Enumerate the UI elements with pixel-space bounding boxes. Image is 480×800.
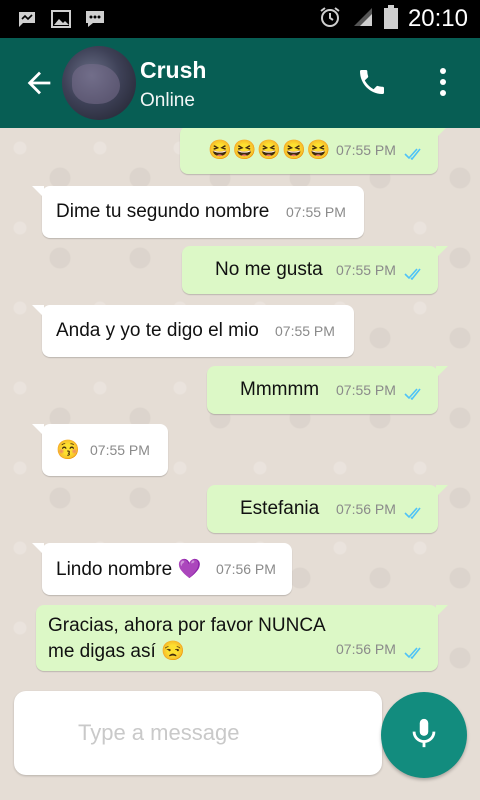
message-text: Mmmmm xyxy=(240,379,320,400)
double-check-icon xyxy=(404,503,424,520)
status-time: 20:10 xyxy=(407,5,468,32)
incoming-message[interactable]: Lindo nombre 💜 07:56 PM xyxy=(32,543,292,595)
signal-icon xyxy=(352,6,374,33)
contact-name[interactable]: Crush xyxy=(140,57,206,84)
message-text: 😚 xyxy=(56,440,80,461)
message-text-line-1: Gracias, ahora por favor NUNCA xyxy=(48,615,326,636)
message-text: Dime tu segundo nombre xyxy=(56,201,270,222)
chat-notification-icon xyxy=(84,10,106,28)
phone-icon[interactable] xyxy=(356,66,388,98)
outgoing-message[interactable]: Mmmmm 07:55 PM xyxy=(207,366,448,414)
message-text-line-2: me digas así 😒 xyxy=(48,641,185,662)
chat-header: Crush Online xyxy=(0,38,480,128)
message-time: 07:55 PM xyxy=(286,204,346,220)
back-arrow-icon[interactable] xyxy=(22,66,56,100)
incoming-message[interactable]: Dime tu segundo nombre 07:55 PM xyxy=(32,186,364,238)
message-time: 07:55 PM xyxy=(275,323,335,339)
message-text: No me gusta xyxy=(215,259,323,280)
microphone-icon xyxy=(407,716,441,755)
incoming-message[interactable]: Anda y yo te digo el mio 07:55 PM xyxy=(32,305,354,357)
double-check-icon xyxy=(404,384,424,401)
message-time: 07:55 PM xyxy=(336,382,396,398)
outgoing-message[interactable]: Estefania 07:56 PM xyxy=(207,485,448,533)
double-check-icon xyxy=(404,643,424,660)
contact-status: Online xyxy=(140,90,195,111)
message-time: 07:55 PM xyxy=(336,142,396,158)
battery-icon xyxy=(383,4,398,34)
outgoing-message[interactable]: Gracias, ahora por favor NUNCA me digas … xyxy=(36,605,448,671)
double-check-icon xyxy=(404,264,424,281)
message-time: 07:56 PM xyxy=(336,641,396,657)
message-text: Estefania xyxy=(240,498,320,519)
outgoing-message[interactable]: No me gusta 07:55 PM xyxy=(182,246,448,294)
mic-button[interactable] xyxy=(381,692,467,778)
message-text: Anda y yo te digo el mio xyxy=(56,320,259,341)
contact-avatar[interactable] xyxy=(62,46,136,120)
image-notification-icon xyxy=(50,10,72,28)
status-bar: 20:10 xyxy=(0,0,480,38)
message-text: 😆😆😆😆😆 xyxy=(208,140,332,161)
message-notification-icon xyxy=(16,10,38,28)
incoming-message[interactable]: 😚 07:55 PM xyxy=(32,424,168,476)
message-input[interactable] xyxy=(14,691,382,775)
message-time: 07:56 PM xyxy=(336,501,396,517)
message-time: 07:55 PM xyxy=(336,262,396,278)
message-composer xyxy=(14,691,382,775)
alarm-icon xyxy=(318,5,342,34)
message-time: 07:55 PM xyxy=(90,442,150,458)
message-text: Lindo nombre 💜 xyxy=(56,559,202,580)
outgoing-message[interactable]: 😆😆😆😆😆 07:55 PM xyxy=(180,128,448,174)
double-check-icon xyxy=(404,144,424,161)
message-time: 07:56 PM xyxy=(216,561,276,577)
more-options-icon[interactable] xyxy=(438,66,448,98)
chat-messages[interactable]: 😆😆😆😆😆 07:55 PM Dime tu segundo nombre 07… xyxy=(0,128,480,690)
